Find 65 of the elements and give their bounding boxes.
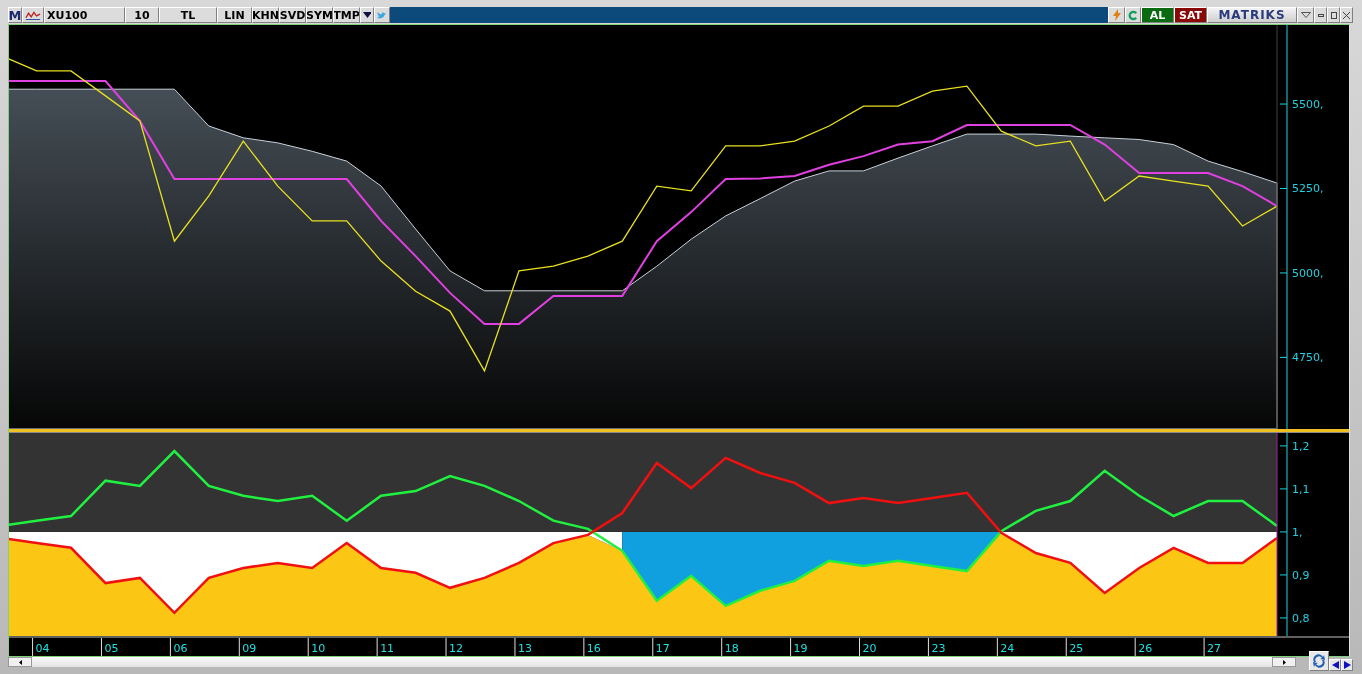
maximize-button[interactable] [1327,7,1340,23]
maximize-icon [1330,11,1337,19]
date-label: 09 [242,642,257,655]
minimize-button[interactable] [1314,7,1327,23]
date-label: 16 [586,642,601,655]
sync-button[interactable] [1309,651,1329,671]
toolbar-button[interactable]: LIN [217,7,252,23]
caret-icon [363,12,371,18]
axis-label: 1,1 [1292,482,1310,496]
toolbar-button[interactable]: SVD [279,7,306,23]
axis-label: 0,9 [1292,568,1310,582]
date-label: 04 [35,642,50,655]
caret-icon [1300,12,1311,18]
minimize-icon [1317,13,1324,17]
toolbar-button[interactable]: SYM [306,7,333,23]
date-label: 05 [104,642,119,655]
axis-label: 0,8 [1292,611,1310,625]
axis-label: 1,2 [1292,439,1310,453]
close-button[interactable] [1340,7,1353,23]
lightning-button[interactable] [1108,7,1125,23]
app-logo[interactable]: M [8,7,22,23]
axis-label: 5250, [1292,182,1324,196]
buy-button[interactable]: AL [1141,7,1174,23]
date-label: 11 [380,642,395,655]
date-label: 27 [1207,642,1222,655]
period-field[interactable]: 10 [125,7,159,23]
refresh-icon [1128,9,1138,21]
toolbar-button[interactable]: KHN [252,7,279,23]
scroll-right-button[interactable] [1272,657,1296,667]
sync-icon [1312,654,1326,668]
scroll-left-button[interactable] [8,657,32,667]
brand-logo: MATRIKS [1207,7,1297,23]
symbol-field[interactable]: XU100 [44,7,125,23]
arrow-right-icon [1343,661,1351,669]
date-label: 19 [793,642,808,655]
axis-label: 4750, [1292,351,1324,365]
refresh-button[interactable] [1125,7,1141,23]
dropdown-button[interactable] [360,7,374,23]
sell-button[interactable]: SAT [1174,7,1207,23]
close-icon [1343,11,1350,19]
axis-label: 5000, [1292,266,1324,280]
date-label: 06 [173,642,188,655]
date-label: 17 [655,642,670,655]
toolbar-button[interactable]: TMP [333,7,360,23]
menu-button[interactable] [1297,7,1314,23]
axis-label: 1, [1292,525,1303,539]
currency-field[interactable]: TL [159,7,217,23]
date-label: 18 [724,642,739,655]
date-label: 13 [517,642,532,655]
date-label: 12 [449,642,464,655]
arrow-right-icon [1282,659,1286,665]
previous-button[interactable] [1329,659,1341,671]
axis-label: 5500, [1292,98,1324,112]
date-label: 23 [931,642,946,655]
arrow-left-icon [1331,661,1339,669]
date-label: 25 [1069,642,1084,655]
date-label: 10 [311,642,326,655]
date-label: 24 [1000,642,1015,655]
date-label: 26 [1138,642,1153,655]
lightning-icon [1112,9,1121,21]
next-button[interactable] [1341,659,1353,671]
arrow-left-icon [18,659,22,665]
bird-button[interactable] [374,7,390,23]
chart-icon[interactable] [22,7,44,23]
date-label: 20 [862,642,877,655]
